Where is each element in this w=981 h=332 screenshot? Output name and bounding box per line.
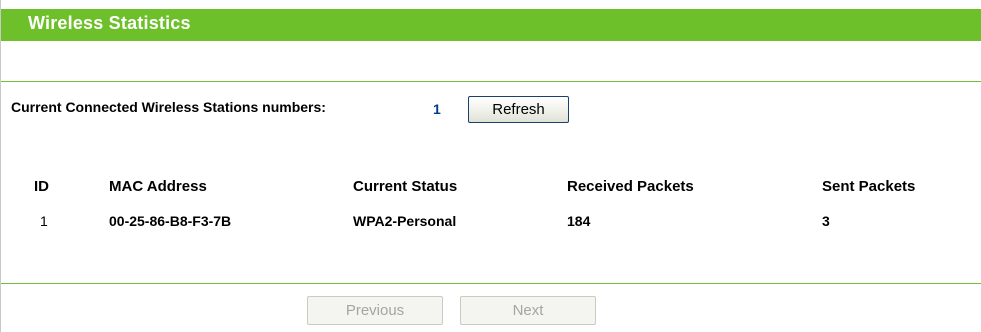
page-title: Wireless Statistics (28, 13, 191, 33)
stations-count-label: Current Connected Wireless Stations numb… (11, 99, 326, 115)
title-bar: Wireless Statistics (1, 9, 981, 41)
previous-button[interactable]: Previous (307, 296, 443, 325)
column-header-current-status: Current Status (353, 178, 458, 195)
divider-top (1, 81, 981, 82)
column-header-received-packets: Received Packets (567, 178, 694, 195)
cell-mac-address: 00-25-86-B8-F3-7B (109, 213, 232, 229)
column-header-sent-packets: Sent Packets (822, 178, 916, 195)
stations-count-value: 1 (433, 101, 441, 117)
divider-bottom (1, 283, 981, 284)
refresh-button[interactable]: Refresh (468, 96, 569, 123)
cell-sent-packets: 3 (822, 213, 830, 229)
next-button[interactable]: Next (460, 296, 596, 325)
cell-id: 1 (40, 213, 48, 229)
column-header-mac-address: MAC Address (109, 178, 207, 195)
wireless-statistics-panel: Wireless Statistics Current Connected Wi… (0, 0, 981, 332)
cell-received-packets: 184 (567, 213, 591, 229)
cell-current-status: WPA2-Personal (353, 213, 457, 229)
column-header-id: ID (34, 178, 49, 195)
